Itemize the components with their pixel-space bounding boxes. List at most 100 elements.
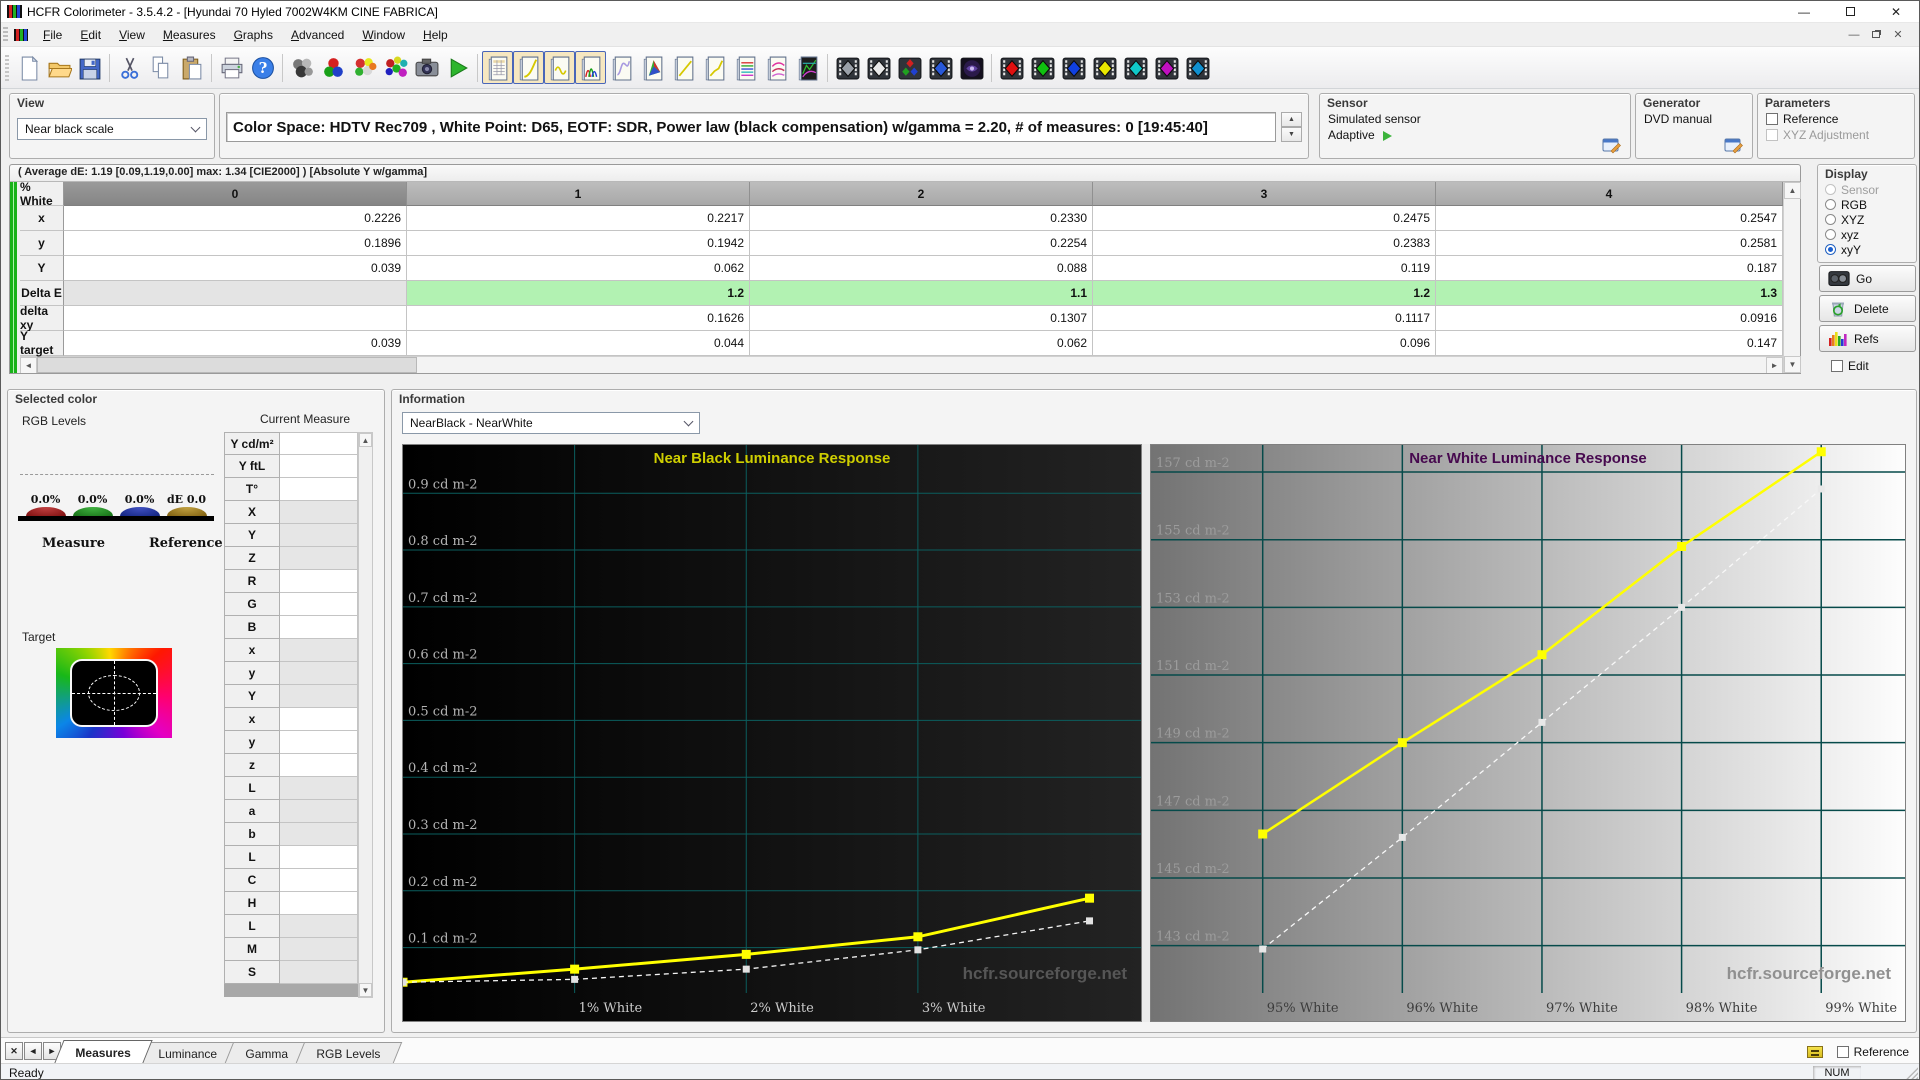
menu-graphs[interactable]: Graphs bbox=[225, 24, 282, 46]
open-file-icon[interactable] bbox=[43, 51, 74, 84]
mdi-restore-button[interactable] bbox=[1865, 26, 1887, 44]
snapshot-icon[interactable] bbox=[411, 51, 442, 84]
hscroll-track[interactable] bbox=[417, 357, 1766, 373]
measure-row-value[interactable] bbox=[280, 892, 358, 915]
tab-measures[interactable]: Measures bbox=[54, 1040, 153, 1063]
table-cell[interactable] bbox=[64, 281, 407, 306]
table-col-header-2[interactable]: 2 bbox=[750, 182, 1093, 206]
luminance-log-view-icon[interactable] bbox=[606, 51, 637, 84]
measure-row-value[interactable] bbox=[280, 547, 358, 570]
cut-icon[interactable] bbox=[114, 51, 145, 84]
measure-row-value[interactable] bbox=[280, 777, 358, 800]
table-col-header-0[interactable]: 0 bbox=[64, 182, 407, 206]
film-blue-icon[interactable] bbox=[925, 51, 956, 84]
minimize-button[interactable]: — bbox=[1781, 1, 1827, 22]
edit-checkbox[interactable]: Edit bbox=[1823, 358, 1877, 374]
mdi-minimize-button[interactable]: — bbox=[1843, 26, 1865, 44]
table-col-header-3[interactable]: 3 bbox=[1093, 182, 1436, 206]
resize-grip-icon[interactable] bbox=[1904, 1066, 1918, 1080]
table-cell[interactable]: 0.088 bbox=[750, 256, 1093, 281]
cm-scroll-track[interactable] bbox=[359, 447, 372, 983]
luminance-view-icon[interactable] bbox=[513, 51, 544, 84]
copy-icon[interactable] bbox=[145, 51, 176, 84]
radio-icon[interactable] bbox=[1825, 199, 1836, 210]
film-grayscale-icon[interactable] bbox=[832, 51, 863, 84]
measures-table-view-icon[interactable] bbox=[482, 51, 513, 84]
table-cell[interactable]: 0.2226 bbox=[64, 206, 407, 231]
table-col-header-4[interactable]: 4 bbox=[1436, 182, 1783, 206]
color-temperature-view-icon[interactable] bbox=[668, 51, 699, 84]
menu-advanced[interactable]: Advanced bbox=[282, 24, 353, 46]
table-cell[interactable]: 0.187 bbox=[1436, 256, 1783, 281]
near-black-chart[interactable]: 0.1 cd m-20.2 cd m-20.3 cd m-20.4 cd m-2… bbox=[402, 444, 1142, 1022]
gamma-view-icon[interactable] bbox=[544, 51, 575, 84]
measure-cyan-icon[interactable] bbox=[1120, 51, 1151, 84]
rgb-levels-view-icon[interactable] bbox=[730, 51, 761, 84]
table-cell[interactable]: 0.096 bbox=[1093, 331, 1436, 356]
measure-magenta-icon[interactable] bbox=[1151, 51, 1182, 84]
spinner-down-button[interactable]: ▼ bbox=[1281, 127, 1302, 142]
mdi-close-button[interactable]: ✕ bbox=[1887, 26, 1909, 44]
scroll-left-icon[interactable]: ◄ bbox=[20, 357, 37, 373]
about-help-icon[interactable]: ? bbox=[247, 51, 278, 84]
measure-green-icon[interactable] bbox=[1027, 51, 1058, 84]
menu-help[interactable]: Help bbox=[414, 24, 457, 46]
table-cell[interactable]: 0.2383 bbox=[1093, 231, 1436, 256]
measure-row-value[interactable] bbox=[280, 455, 358, 478]
go-button[interactable]: Go bbox=[1819, 265, 1916, 292]
table-cell[interactable]: 0.039 bbox=[64, 331, 407, 356]
tab-rgb-levels[interactable]: RGB Levels bbox=[296, 1042, 403, 1063]
measure-row-value[interactable] bbox=[280, 938, 358, 961]
table-cell[interactable] bbox=[64, 306, 407, 331]
chart-splitter[interactable] bbox=[1142, 444, 1150, 1022]
table-cell[interactable]: 0.1117 bbox=[1093, 306, 1436, 331]
table-vertical-scrollbar[interactable]: ▲ ▼ bbox=[1783, 182, 1800, 373]
run-measures-icon[interactable] bbox=[442, 51, 473, 84]
measure-row-value[interactable] bbox=[280, 662, 358, 685]
vscroll-track[interactable] bbox=[1784, 199, 1800, 356]
save-file-icon[interactable] bbox=[74, 51, 105, 84]
saturation-view-icon[interactable] bbox=[761, 51, 792, 84]
menu-file[interactable]: File bbox=[34, 24, 71, 46]
reference-checkbox-box[interactable] bbox=[1837, 1046, 1849, 1058]
measure-row-value[interactable] bbox=[280, 708, 358, 731]
table-cell[interactable]: 0.119 bbox=[1093, 256, 1436, 281]
table-cell[interactable]: 0.062 bbox=[750, 331, 1093, 356]
measure-row-value[interactable] bbox=[280, 754, 358, 777]
measure-cyan-alt-icon[interactable] bbox=[1182, 51, 1213, 84]
table-cell[interactable]: 0.0916 bbox=[1436, 306, 1783, 331]
maximize-button[interactable] bbox=[1827, 1, 1873, 22]
measure-row-value[interactable] bbox=[280, 731, 358, 754]
close-button[interactable]: ✕ bbox=[1873, 1, 1919, 22]
table-cell[interactable]: 0.2547 bbox=[1436, 206, 1783, 231]
table-cell[interactable]: 1.2 bbox=[407, 281, 750, 306]
spinner-up-button[interactable]: ▲ bbox=[1281, 112, 1302, 127]
scroll-up-icon[interactable]: ▲ bbox=[1784, 182, 1801, 199]
print-icon[interactable] bbox=[216, 51, 247, 84]
film-free-measures-icon[interactable] bbox=[863, 51, 894, 84]
radio-icon[interactable] bbox=[1825, 244, 1836, 255]
table-cell[interactable]: 1.1 bbox=[750, 281, 1093, 306]
measure-row-value[interactable] bbox=[280, 869, 358, 892]
reference-checkbox[interactable]: Reference bbox=[1837, 1045, 1909, 1059]
measure-row-value[interactable] bbox=[280, 846, 358, 869]
table-cell[interactable]: 0.039 bbox=[64, 256, 407, 281]
table-cell[interactable]: 0.1942 bbox=[407, 231, 750, 256]
edit-checkbox-box[interactable] bbox=[1831, 360, 1843, 372]
measure-grayscale-icon[interactable] bbox=[287, 51, 318, 84]
cm-scrollbar[interactable]: ▲ ▼ bbox=[358, 432, 373, 998]
table-col-header-1[interactable]: 1 bbox=[407, 182, 750, 206]
measure-row-value[interactable] bbox=[280, 524, 358, 547]
checkbox-box[interactable] bbox=[1766, 113, 1778, 125]
table-cell[interactable]: 0.2254 bbox=[750, 231, 1093, 256]
refs-button[interactable]: Refs bbox=[1819, 325, 1916, 352]
mdi-document-icon[interactable] bbox=[14, 29, 28, 41]
cm-scroll-down-icon[interactable]: ▼ bbox=[359, 983, 372, 997]
tab-scroll-left-button[interactable]: ◄ bbox=[24, 1042, 42, 1060]
measure-row-value[interactable] bbox=[280, 823, 358, 846]
measure-row-value[interactable] bbox=[280, 685, 358, 708]
scroll-down-icon[interactable]: ▼ bbox=[1784, 356, 1801, 373]
table-cell[interactable]: 0.062 bbox=[407, 256, 750, 281]
measure-primaries-icon[interactable] bbox=[318, 51, 349, 84]
menu-window[interactable]: Window bbox=[353, 24, 414, 46]
